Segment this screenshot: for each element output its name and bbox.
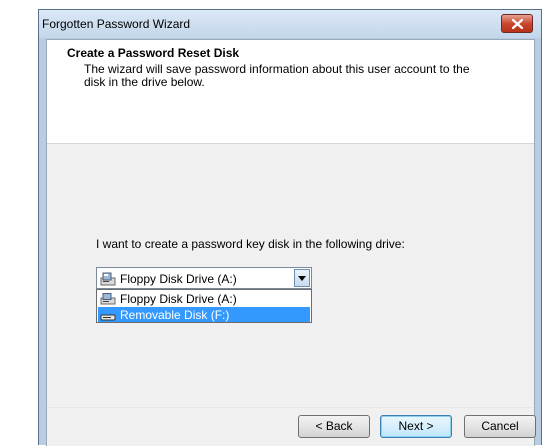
drive-option-label: Removable Disk (F:) (120, 308, 230, 322)
drive-option-label: Floppy Disk Drive (A:) (120, 292, 237, 306)
floppy-drive-icon (100, 272, 116, 286)
wizard-button-bar: < Back Next > Cancel (47, 407, 536, 446)
drive-select[interactable]: Floppy Disk Drive (A:) (96, 267, 312, 289)
wizard-header: Create a Password Reset Disk The wizard … (47, 40, 534, 144)
dropdown-button[interactable] (294, 269, 310, 287)
drive-select-value: Floppy Disk Drive (A:) (120, 272, 237, 286)
drive-prompt-label: I want to create a password key disk in … (96, 237, 405, 251)
wizard-client-area: Create a Password Reset Disk The wizard … (46, 39, 536, 446)
removable-disk-icon (100, 314, 116, 321)
close-button[interactable] (501, 14, 533, 33)
back-button[interactable]: < Back (298, 415, 370, 438)
close-icon (512, 19, 523, 29)
chevron-down-icon (298, 276, 306, 281)
page-title: Create a Password Reset Disk (67, 46, 240, 60)
drive-option-removable[interactable]: Removable Disk (F:) (98, 307, 310, 322)
drive-dropdown-list: Floppy Disk Drive (A:) Removable Disk (F… (96, 289, 312, 323)
next-button[interactable]: Next > (380, 415, 452, 438)
drive-option-floppy[interactable]: Floppy Disk Drive (A:) (98, 291, 310, 306)
cancel-button[interactable]: Cancel (464, 415, 536, 438)
window-title: Forgotten Password Wizard (42, 17, 191, 31)
page-description: The wizard will save password informatio… (84, 62, 470, 89)
floppy-drive-icon (100, 293, 116, 305)
title-bar[interactable]: Forgotten Password Wizard (39, 10, 541, 38)
wizard-window: Forgotten Password Wizard Create a Passw… (38, 9, 542, 446)
